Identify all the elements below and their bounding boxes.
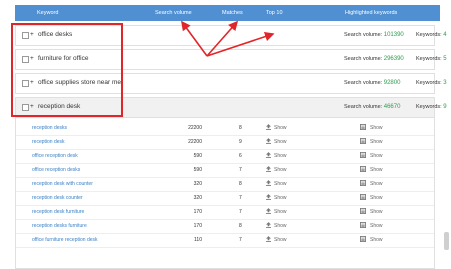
arrow-to-search-volume [181, 20, 208, 57]
annotation-arrows [181, 20, 275, 57]
scrollbar-thumb[interactable] [444, 232, 449, 250]
